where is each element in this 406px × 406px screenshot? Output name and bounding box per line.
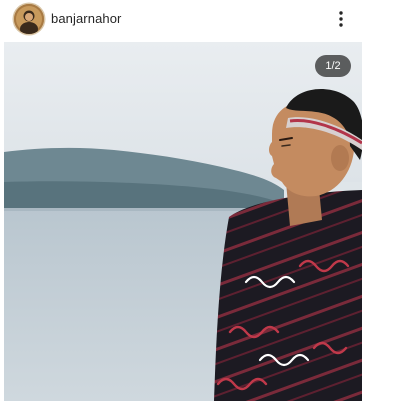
post-header: banjarnahor (0, 0, 368, 40)
avatar-image (14, 4, 44, 34)
media-counter-badge: 1/2 (315, 55, 351, 77)
photo-scene (4, 42, 362, 401)
more-options-button[interactable] (333, 9, 349, 29)
username-link[interactable]: banjarnahor (51, 11, 122, 26)
instagram-post: banjarnahor 1/2 (0, 0, 406, 406)
post-photo[interactable]: 1/2 (4, 42, 362, 401)
profile-avatar[interactable] (14, 4, 44, 34)
more-vertical-icon (339, 11, 343, 27)
